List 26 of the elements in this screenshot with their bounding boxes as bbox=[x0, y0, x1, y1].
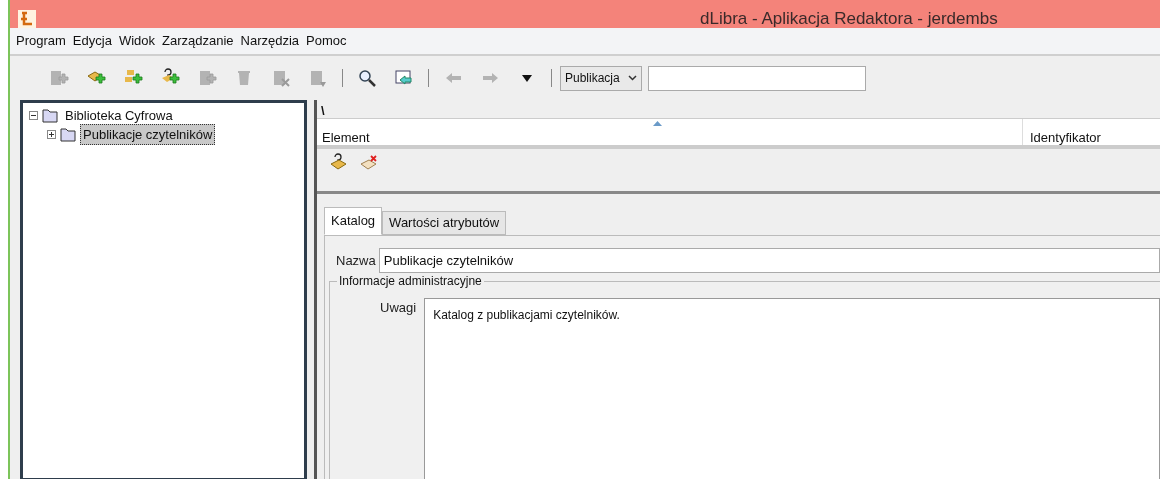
sort-arrow-icon bbox=[653, 120, 662, 126]
tree-item[interactable]: Publikacje czytelników bbox=[80, 123, 216, 146]
folder-icon bbox=[60, 127, 76, 142]
chevron-down-icon bbox=[627, 75, 637, 81]
menu-item[interactable]: Narzędzia bbox=[240, 31, 300, 51]
app-logo-icon bbox=[18, 10, 36, 28]
group-title: Informacje administracyjne bbox=[337, 273, 484, 289]
tab[interactable]: Wartości atrybutów bbox=[382, 211, 507, 235]
field-label: Nazwa bbox=[336, 251, 376, 270]
scope-dropdown[interactable]: Publikacja bbox=[560, 65, 642, 91]
path-label: \ bbox=[320, 104, 326, 118]
search-field[interactable] bbox=[647, 65, 866, 91]
field-label: Uwagi bbox=[380, 299, 417, 317]
folder-icon bbox=[42, 108, 58, 123]
menu-item[interactable]: Widok bbox=[118, 31, 155, 51]
collapse-icon[interactable] bbox=[29, 111, 38, 120]
window-title: dLibra - Aplikacja Redaktora - jerdembs bbox=[700, 8, 998, 31]
notes-field[interactable]: Katalog z publikacjami czytelników. bbox=[424, 298, 1160, 479]
tab[interactable]: Katalog bbox=[324, 207, 383, 235]
menu-item[interactable]: Zarządzanie bbox=[162, 31, 234, 51]
column-header[interactable]: Identyfikator bbox=[1023, 119, 1101, 145]
name-field[interactable]: Publikacje czytelników bbox=[378, 248, 1160, 273]
menu-item[interactable]: Program bbox=[16, 31, 66, 51]
menu-item[interactable]: Edycja bbox=[72, 31, 112, 51]
menu-item[interactable]: Pomoc bbox=[306, 31, 347, 51]
expand-icon[interactable] bbox=[47, 130, 56, 139]
